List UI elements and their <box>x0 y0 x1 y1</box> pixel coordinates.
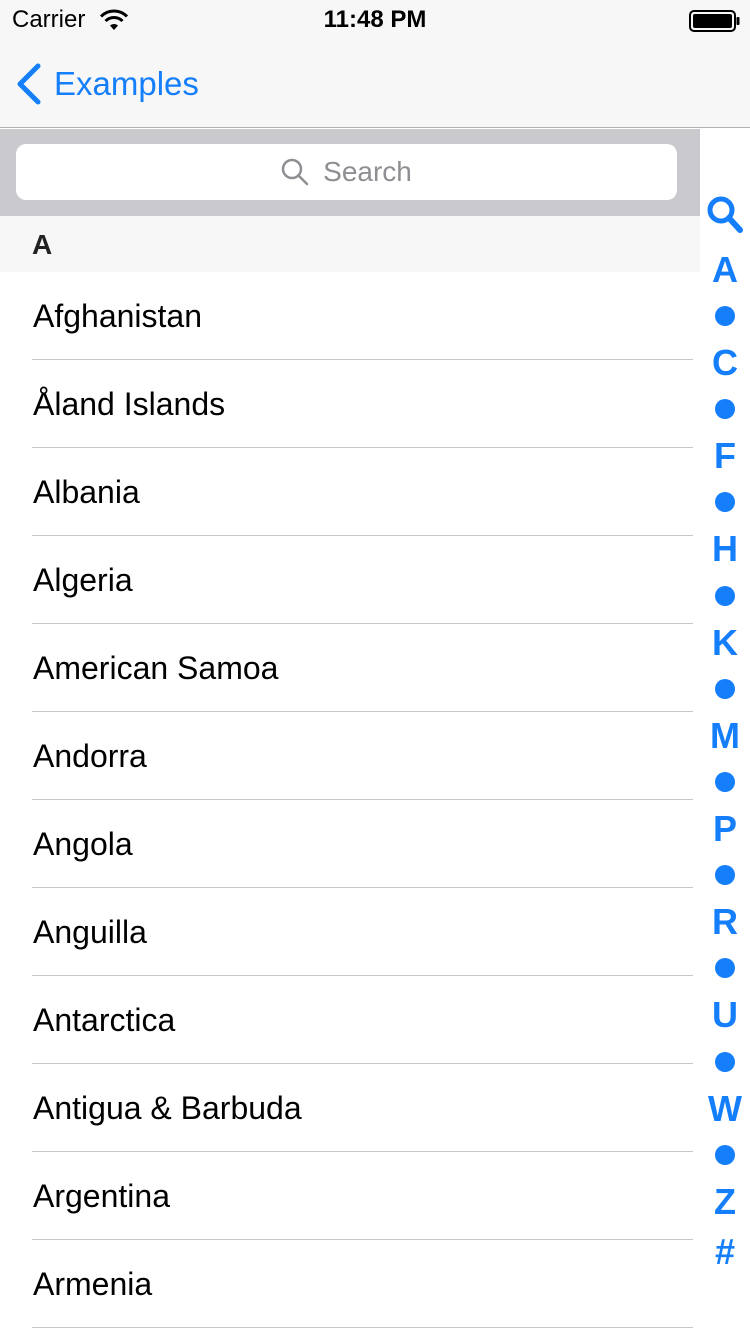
index-dot[interactable] <box>715 306 735 326</box>
index-letter-u[interactable]: U <box>700 995 750 1035</box>
index-dot[interactable] <box>715 1145 735 1165</box>
chevron-left-icon <box>17 63 41 105</box>
index-letter-f[interactable]: F <box>700 436 750 476</box>
list-item[interactable]: Armenia <box>0 1240 700 1328</box>
list-item[interactable]: Angola <box>0 800 700 888</box>
index-dot[interactable] <box>715 679 735 699</box>
navigation-bar: Examples <box>0 40 750 128</box>
country-name: Antarctica <box>33 1002 176 1038</box>
back-button[interactable]: Examples <box>14 58 199 110</box>
index-letter-a[interactable]: A <box>700 250 750 290</box>
country-name: Anguilla <box>33 914 147 950</box>
index-letter-w[interactable]: W <box>700 1089 750 1129</box>
list-item[interactable]: Andorra <box>0 712 700 800</box>
search-placeholder: Search <box>323 156 412 187</box>
index-dot[interactable] <box>715 1052 735 1072</box>
country-name: American Samoa <box>33 650 279 686</box>
country-name: Algeria <box>33 562 133 598</box>
list-item[interactable]: Argentina <box>0 1152 700 1240</box>
index-dot[interactable] <box>715 586 735 606</box>
screen: Carrier 11:48 PM Examples Search A Afgha… <box>0 0 750 1334</box>
country-name: Argentina <box>33 1178 170 1214</box>
list-item[interactable]: Åland Islands <box>0 360 700 448</box>
index-dot[interactable] <box>715 492 735 512</box>
index-letter-c[interactable]: C <box>700 343 750 383</box>
back-button-label: Examples <box>54 65 199 102</box>
index-dot[interactable] <box>715 399 735 419</box>
country-name: Åland Islands <box>33 386 226 422</box>
country-name: Albania <box>33 474 140 510</box>
list-item[interactable]: Anguilla <box>0 888 700 976</box>
clock: 11:48 PM <box>323 6 427 33</box>
index-dot[interactable] <box>715 865 735 885</box>
list-item[interactable]: Albania <box>0 448 700 536</box>
index-letter-z[interactable]: Z <box>700 1182 750 1222</box>
index-letter-r[interactable]: R <box>700 902 750 942</box>
search-input[interactable]: Search <box>16 144 677 200</box>
status-bar: Carrier 11:48 PM <box>0 0 750 40</box>
country-list: Afghanistan Åland Islands Albania Algeri… <box>0 272 700 1328</box>
section-header: A <box>0 216 700 272</box>
index-letter-m[interactable]: M <box>700 716 750 756</box>
index-letter-h[interactable]: H <box>700 529 750 569</box>
magnifying-glass-icon[interactable] <box>706 194 744 234</box>
section-header-label: A <box>32 229 53 260</box>
list-item[interactable]: Antarctica <box>0 976 700 1064</box>
country-name: Antigua & Barbuda <box>33 1090 302 1126</box>
search-icon <box>281 158 309 186</box>
country-name: Angola <box>33 826 133 862</box>
country-name: Afghanistan <box>33 298 203 334</box>
list-item[interactable]: Algeria <box>0 536 700 624</box>
index-letter-p[interactable]: P <box>700 809 750 849</box>
country-name: Andorra <box>33 738 147 774</box>
index-dot[interactable] <box>715 958 735 978</box>
battery-icon <box>689 10 740 32</box>
search-bar: Search <box>0 129 700 216</box>
index-letter-hash[interactable]: # <box>700 1232 750 1272</box>
section-index: A C F H K M P R U W Z # <box>700 194 750 1284</box>
index-letter-k[interactable]: K <box>700 623 750 663</box>
index-dot[interactable] <box>715 772 735 792</box>
country-name: Armenia <box>33 1266 153 1302</box>
list-item[interactable]: Antigua & Barbuda <box>0 1064 700 1152</box>
list-item[interactable]: American Samoa <box>0 624 700 712</box>
list-item[interactable]: Afghanistan <box>0 272 700 360</box>
